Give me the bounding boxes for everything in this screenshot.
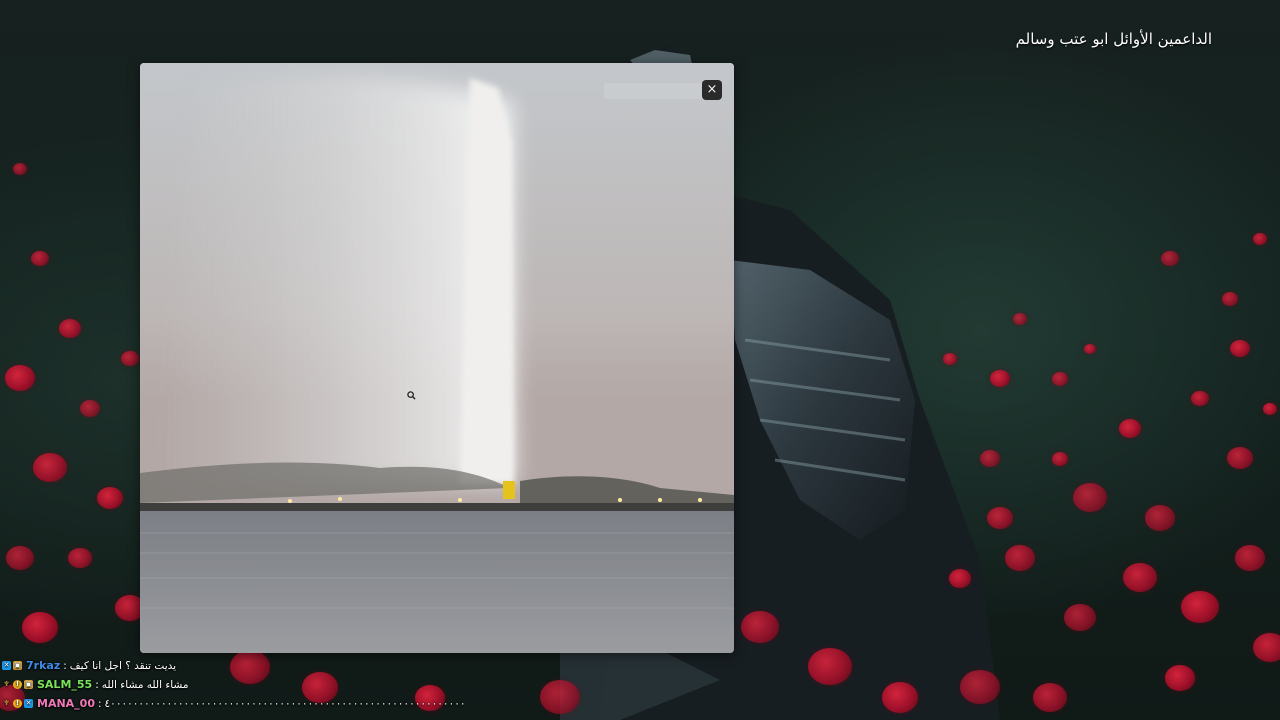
chat-separator: : [95,678,99,691]
rose-decoration [1222,292,1238,306]
chat-overlay: ✕ ▣ 7rkaz : يديت تنقد ؟ اجل انا كيف ♆ ! … [2,656,562,713]
chat-separator: : [98,697,102,710]
rose-decoration [1123,563,1157,592]
coin-badge-icon: ! [13,699,22,708]
rose-decoration [943,353,957,365]
rose-decoration [1191,391,1209,407]
twitter-badge-icon: ✕ [2,661,11,670]
trophy-badge-icon: ♆ [3,699,10,707]
rose-decoration [6,546,34,570]
chat-message: ♆ ! ▣ SALM_55 : مشاء الله مشاء الله [2,675,562,694]
rose-decoration [1084,344,1096,355]
close-button[interactable]: × [702,80,722,100]
rose-decoration [1253,233,1267,245]
rose-decoration [949,569,971,588]
rose-decoration [1052,452,1068,466]
gift-badge-icon: ▣ [24,680,33,689]
rose-decoration [1073,483,1107,512]
rose-decoration [741,611,779,644]
chat-message: ✕ ▣ 7rkaz : يديت تنقد ؟ اجل انا كيف [2,656,562,675]
fountain-photo [140,63,734,653]
rose-decoration [882,682,918,713]
rose-decoration [80,400,100,417]
rose-decoration [1263,403,1277,415]
chat-text: يديت تنقد ؟ اجل انا كيف [69,659,177,672]
rose-decoration [97,487,123,510]
gift-badge-icon: ▣ [13,661,22,670]
rose-decoration [121,351,139,367]
rose-decoration [1161,251,1179,267]
rose-decoration [68,548,92,569]
rose-decoration [960,670,1000,704]
rose-decoration [1227,447,1253,470]
rose-decoration [1052,372,1068,386]
rose-decoration [1253,633,1280,662]
chat-text: ٤٠٠٠٠٠٠٠٠٠٠٠٠٠٠٠٠٠٠٠٠٠٠٠٠٠٠٠٠٠٠٠٠٠٠٠٠٠٠٠… [104,697,467,710]
chat-username[interactable]: 7rkaz [26,659,60,672]
chat-username[interactable]: SALM_55 [37,678,92,691]
rose-decoration [1064,604,1096,632]
chat-text: مشاء الله مشاء الله [101,678,189,691]
rose-decoration [1230,340,1250,357]
coin-badge-icon: ! [13,680,22,689]
rose-decoration [980,450,1000,467]
rose-decoration [1145,505,1175,531]
rose-decoration [1119,419,1141,438]
rose-decoration [31,251,49,267]
media-popup[interactable]: × [140,63,734,653]
rose-decoration [5,365,35,391]
rose-decoration [1235,545,1265,571]
rose-decoration [1013,313,1027,325]
chat-username[interactable]: MANA_00 [37,697,95,710]
trophy-badge-icon: ♆ [3,680,10,688]
rose-decoration [1033,683,1067,712]
twitter-badge-icon: ✕ [24,699,33,708]
rose-decoration [33,453,67,482]
media-search-input[interactable] [604,83,704,99]
chat-separator: : [63,659,67,672]
chat-message: ♆ ! ✕ MANA_00 : ٤٠٠٠٠٠٠٠٠٠٠٠٠٠٠٠٠٠٠٠٠٠٠٠… [2,694,562,713]
rose-decoration [1005,545,1035,571]
rose-decoration [22,612,58,643]
rose-decoration [1181,591,1219,624]
top-supporters-title: الداعمين الأوائل ابو عتب وسالم [1015,30,1212,48]
rose-decoration [990,370,1010,387]
rose-decoration [59,319,81,338]
cursor-icon [407,391,416,400]
rose-decoration [13,163,27,175]
rose-decoration [1165,665,1195,691]
rose-decoration [987,507,1013,530]
